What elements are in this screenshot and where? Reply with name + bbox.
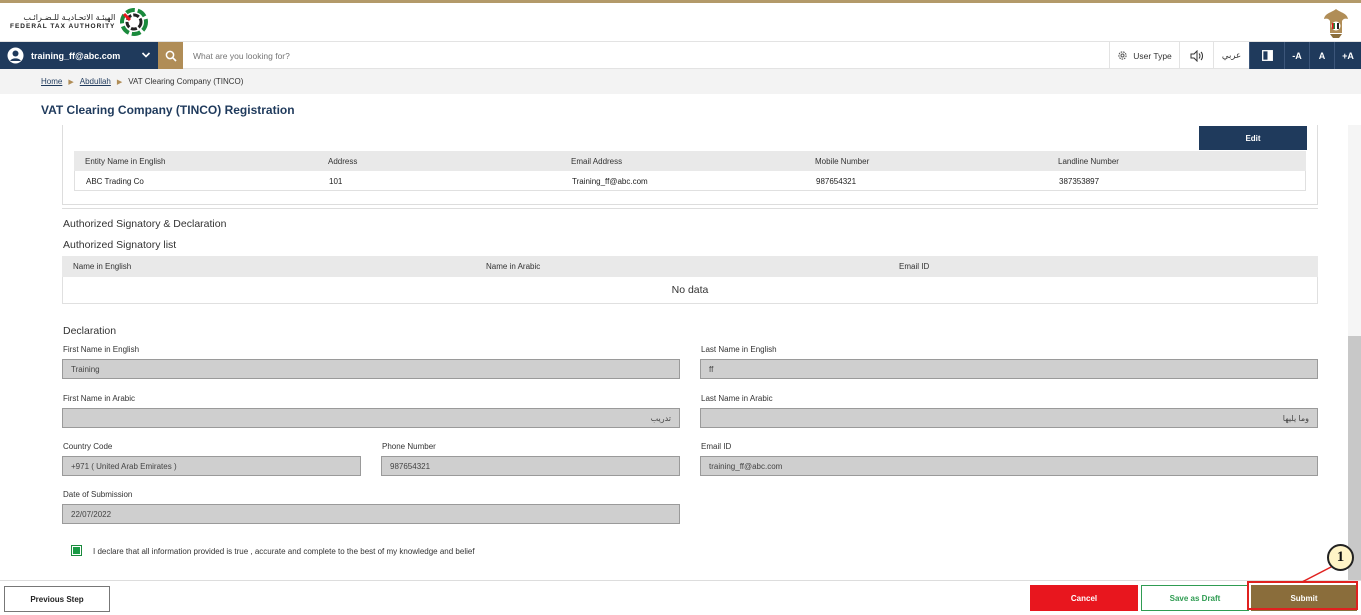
declaration-text: I declare that all information provided … (93, 547, 475, 556)
contrast-toggle[interactable] (1249, 42, 1284, 69)
column-header: Address (328, 157, 358, 166)
column-header: Mobile Number (815, 157, 870, 166)
page-title: VAT Clearing Company (TINCO) Registratio… (41, 103, 295, 117)
email-field[interactable]: training_ff@abc.com (700, 456, 1318, 476)
gear-icon (1118, 51, 1127, 60)
signatory-table-header: Name in English Name in Arabic Email ID (62, 256, 1318, 277)
table-cell: 987654321 (816, 177, 857, 186)
cancel-button[interactable]: Cancel (1030, 585, 1138, 611)
text-to-speech-button[interactable] (1179, 42, 1213, 69)
form-footer: Previous Step Cancel Save as Draft Submi… (0, 580, 1361, 615)
table-cell: 387353897 (1059, 177, 1100, 186)
phone-label: Phone Number (382, 442, 436, 451)
declaration-checkbox[interactable] (71, 545, 82, 556)
column-header: Name in Arabic (486, 262, 541, 271)
table-cell: 101 (329, 177, 343, 186)
declaration-title: Declaration (63, 325, 117, 337)
breadcrumb-home[interactable]: Home (41, 77, 62, 86)
save-draft-button[interactable]: Save as Draft (1141, 585, 1249, 611)
column-header: Landline Number (1058, 157, 1119, 166)
user-avatar-icon (7, 47, 24, 64)
user-menu[interactable]: training_ff@abc.com (0, 42, 158, 69)
search-input[interactable] (186, 42, 886, 69)
phone-field[interactable]: 987654321 (381, 456, 680, 476)
user-email: training_ff@abc.com (31, 50, 121, 61)
contrast-icon (1261, 50, 1273, 61)
logo-english: FEDERAL TAX AUTHORITY (10, 23, 116, 30)
user-type-label: User Type (1133, 50, 1172, 61)
scrollbar-thumb[interactable] (1348, 336, 1361, 580)
table-cell: ABC Trading Co (86, 177, 144, 186)
search-icon (165, 50, 177, 62)
font-normal-button[interactable]: A (1309, 42, 1334, 69)
column-header: Email Address (571, 157, 623, 166)
entity-table: Entity Name in English Address Email Add… (74, 151, 1306, 191)
first-name-en-label: First Name in English (63, 345, 140, 354)
logo-text: الهيئـة الاتحـاديـة للـضـرائـب FEDERAL T… (10, 13, 115, 31)
chevron-down-icon[interactable] (141, 50, 151, 60)
table-cell: Training_ff@abc.com (572, 177, 648, 186)
section-divider (62, 208, 1318, 209)
breadcrumb-arrow-icon: ▶ (68, 78, 74, 86)
site-header: الهيئـة الاتحـاديـة للـضـرائـب FEDERAL T… (0, 3, 1361, 41)
column-header: Entity Name in English (85, 157, 166, 166)
previous-step-button[interactable]: Previous Step (4, 586, 110, 612)
logo-mark-icon (120, 8, 149, 36)
speaker-icon (1190, 49, 1203, 62)
checkbox-checked-mark (73, 547, 80, 554)
column-header: Email ID (899, 262, 930, 271)
signatory-list-title: Authorized Signatory list (63, 239, 177, 251)
table-row: ABC Trading Co 101 Training_ff@abc.com 9… (74, 171, 1306, 191)
breadcrumb-abdullah[interactable]: Abdullah (80, 77, 111, 86)
font-increase-button[interactable]: +A (1334, 42, 1361, 69)
last-name-ar-field[interactable]: وما يليها (700, 408, 1318, 428)
empty-state: No data (62, 277, 1318, 304)
logo-arabic: الهيئـة الاتحـاديـة للـضـرائـب (23, 13, 116, 22)
breadcrumb-bar: Home ▶ Abdullah ▶ VAT Clearing Company (… (0, 69, 1361, 94)
top-navbar: training_ff@abc.com User Type عربي (0, 41, 1361, 69)
language-toggle[interactable]: عربي (1213, 42, 1249, 69)
country-code-field[interactable]: +971 ( United Arab Emirates ) (62, 456, 361, 476)
first-name-en-field[interactable]: Training (62, 359, 680, 379)
submit-highlight-box (1247, 581, 1358, 610)
last-name-en-label: Last Name in English (701, 345, 777, 354)
last-name-ar-label: Last Name in Arabic (701, 394, 773, 403)
font-decrease-button[interactable]: -A (1284, 42, 1309, 69)
date-label: Date of Submission (63, 490, 133, 499)
signatory-table: Name in English Name in Arabic Email ID (62, 256, 1318, 277)
uae-emblem-icon (1324, 9, 1348, 38)
email-label: Email ID (701, 442, 732, 451)
date-field[interactable]: 22/07/2022 (62, 504, 680, 524)
breadcrumb-current: VAT Clearing Company (TINCO) (128, 77, 244, 86)
first-name-ar-label: First Name in Arabic (63, 394, 136, 403)
edit-button[interactable]: Edit (1199, 126, 1307, 150)
breadcrumb: Home ▶ Abdullah ▶ VAT Clearing Company (… (41, 77, 243, 86)
column-header: Name in English (73, 262, 132, 271)
search-button[interactable] (158, 42, 183, 69)
user-type-button[interactable]: User Type (1109, 42, 1179, 69)
signatory-section-title: Authorized Signatory & Declaration (63, 218, 227, 230)
navbar-tools: User Type عربي -A A +A (1109, 42, 1361, 69)
country-code-label: Country Code (63, 442, 113, 451)
entity-table-header: Entity Name in English Address Email Add… (74, 151, 1306, 171)
step-callout-badge: 1 (1327, 544, 1354, 571)
form-content: Edit Entity Name in English Address Emai… (0, 125, 1348, 580)
breadcrumb-arrow-icon: ▶ (116, 78, 123, 86)
last-name-en-field[interactable]: ff (700, 359, 1318, 379)
fta-logo[interactable]: الهيئـة الاتحـاديـة للـضـرائـب FEDERAL T… (10, 8, 149, 36)
first-name-ar-field[interactable]: تدريب (62, 408, 680, 428)
